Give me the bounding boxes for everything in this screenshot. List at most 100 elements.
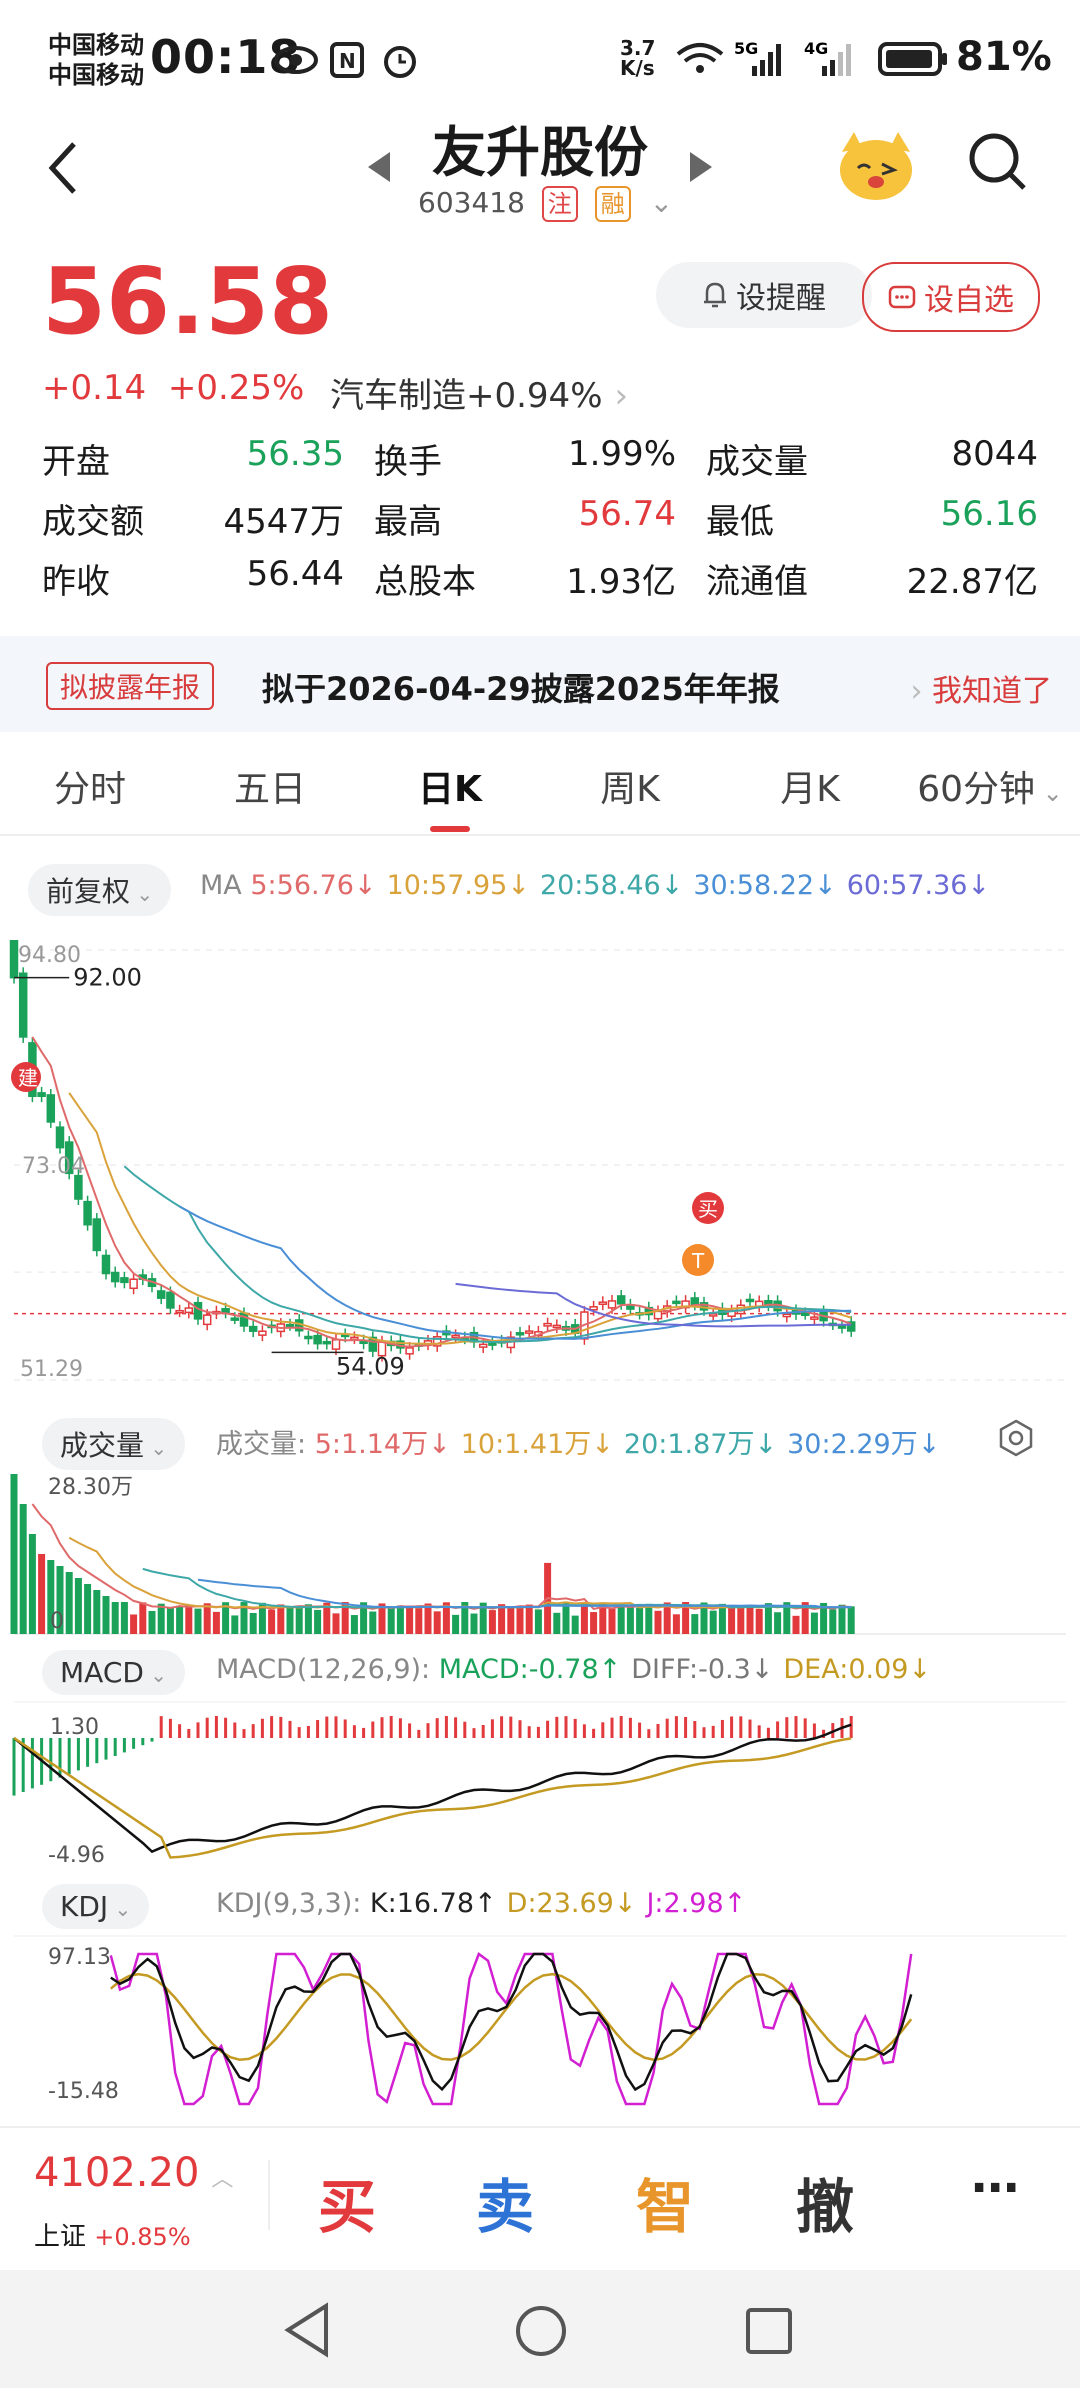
stat-label: 开盘 [42,441,110,482]
macd-bar [306,1725,310,1738]
macd-bar [270,1716,274,1738]
candle-body [83,1200,92,1226]
volume-bar [709,1610,717,1634]
nav-back-button[interactable] [282,2302,332,2362]
smart-button[interactable]: 智 [590,2160,740,2244]
battery-icon [878,42,950,80]
macd-chart[interactable]: 1.30 -4.96 [0,1700,1080,1870]
kdj-chart[interactable]: 97.13 -15.48 [0,1934,1080,2124]
legend-item: 5:56.76↓ [250,870,377,901]
volume-bar [488,1610,496,1634]
volume-bar [810,1612,818,1634]
volume-bar [185,1605,193,1634]
volume-bar [626,1605,634,1634]
macd-bar [95,1738,99,1764]
sell-button[interactable]: 卖 [430,2160,580,2244]
volume-bar [516,1606,524,1634]
net-speed: 3.7 K/s [620,36,656,80]
volume-bar [590,1612,598,1634]
stat-value: 56.74 [578,493,676,534]
macd-bar [601,1722,605,1738]
macd-bar [49,1738,53,1782]
legend-item: 20:1.87万↓ [623,1429,778,1460]
volume-bar [746,1604,754,1634]
volume-bar [718,1603,726,1634]
tab-weekly-k[interactable]: 周K [540,760,720,812]
macd-bar [141,1738,145,1746]
nav-home-button[interactable] [514,2304,568,2362]
macd-bar [260,1718,264,1738]
macd-bar [187,1728,191,1738]
volume-bar [580,1602,588,1634]
divider [0,2126,1080,2128]
stat-label: 最高 [374,501,442,542]
stat-value: 56.16 [940,493,1038,534]
volume-y-top: 28.30万 [48,1475,133,1500]
stat-cell: 成交额 4547万 [42,494,374,543]
stat-cell: 成交量 8044 [706,434,1038,483]
buy-button[interactable]: 买 [272,2160,422,2244]
tab-60min[interactable]: 60分钟 ⌄ [900,760,1080,812]
legend-item: 5:1.14万↓ [314,1429,451,1460]
macd-bar [481,1724,485,1738]
settings-button[interactable] [996,1418,1036,1462]
volume-bar [534,1609,542,1634]
macd-legend: MACD(12,26,9): MACD:-0.78↑ DIFF:-0.3↓ DEA:… [216,1654,932,1685]
add-watchlist-button[interactable]: 设自选 [862,262,1040,332]
volume-bar [74,1578,82,1634]
ma-line [31,1036,852,1348]
kdj-selector[interactable]: KDJ ⌄ [42,1884,150,1929]
macd-bar [362,1727,366,1738]
macd-bar [674,1716,678,1738]
macd-selector[interactable]: MACD ⌄ [42,1650,186,1695]
cancel-order-button[interactable]: 撤 [750,2160,900,2244]
tab-intraday[interactable]: 分时 [0,760,180,812]
stock-code-row[interactable]: 603418 注 融 ⌄ [418,186,673,222]
tab-five-day[interactable]: 五日 [180,760,360,812]
adjust-selector[interactable]: 前复权 ⌄ [28,864,172,916]
volume-bar [93,1590,101,1634]
candle-body [672,1300,681,1305]
search-button[interactable] [966,130,1030,198]
candle-body [239,1312,249,1327]
stat-value: 1.99% [567,433,676,474]
macd-bar [564,1716,568,1738]
set-alert-button[interactable]: 设提醒 [656,262,872,328]
nav-recents-button[interactable] [744,2306,794,2360]
volume-bar [424,1603,432,1634]
sector-link[interactable]: 汽车制造+0.94% › [330,368,628,417]
macd-bar [132,1738,136,1749]
notice-dismiss-button[interactable]: › 我知道了 [910,666,1052,710]
volume-bar [838,1604,846,1634]
macd-bar [279,1716,283,1738]
macd-bar [67,1738,71,1774]
mascot-button[interactable] [836,128,916,208]
tab-daily-k[interactable]: 日K [360,760,540,812]
j-line [109,1952,913,2106]
volume-bar [452,1614,460,1634]
volume-bar [314,1609,322,1634]
tab-monthly-k[interactable]: 月K [720,760,900,812]
legend-item: 10:57.95↓ [386,870,530,901]
candle-body [55,1126,65,1149]
volume-chart[interactable]: 28.30万 0 [0,1466,1080,1638]
legend-item: 60:57.36↓ [846,870,991,901]
macd-bar [86,1738,90,1767]
volume-selector[interactable]: 成交量 ⌄ [42,1418,186,1470]
volume-bar [38,1554,46,1634]
volume-bar [617,1605,625,1634]
volume-bar [231,1615,239,1634]
stat-value: 8044 [951,433,1038,474]
volume-bar [829,1609,837,1634]
volume-bar [277,1604,285,1634]
candle-body [221,1307,230,1314]
candle-body [837,1325,847,1329]
candle-body [708,1313,718,1317]
candle-body [184,1307,194,1314]
index-value[interactable]: 4102.20 ︿ [34,2150,233,2196]
kline-chart[interactable]: 94.80 73.04 51.29 92.00 54.09 建买 T [0,940,1080,1410]
macd-bar [408,1723,412,1738]
volume-bar [102,1596,110,1634]
stat-label: 换手 [374,441,442,482]
more-button[interactable]: ⋯ [920,2160,1070,2216]
